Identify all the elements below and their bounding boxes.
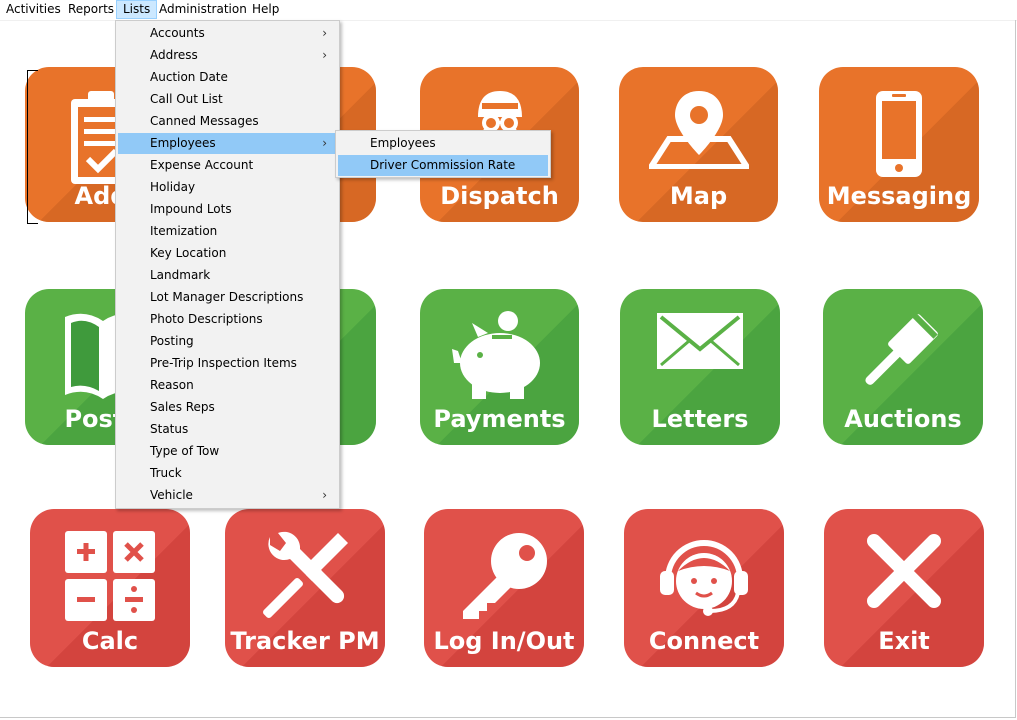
employees-submenu-item-employees[interactable]: Employees <box>338 133 548 154</box>
lists-menu-item-address[interactable]: Address › <box>118 45 337 66</box>
gavel-icon <box>858 311 948 405</box>
tile-label: Map <box>669 182 728 210</box>
tile-messaging[interactable]: Messaging <box>819 67 979 222</box>
x-icon <box>864 531 944 615</box>
headset-agent-icon <box>654 531 754 625</box>
smartphone-icon <box>874 89 924 183</box>
tile-label: Auctions <box>844 405 962 433</box>
tile-label: Messaging <box>826 182 972 210</box>
tile-label: Connect <box>648 627 760 655</box>
menu-item-label: Call Out List <box>150 92 223 106</box>
menu-item-label: Key Location <box>150 246 227 260</box>
lists-menu-item-truck[interactable]: Truck <box>118 463 337 484</box>
lists-menu-item-posting[interactable]: Posting <box>118 331 337 352</box>
menu-item-label: Auction Date <box>150 70 228 84</box>
menu-item-label: Reason <box>150 378 194 392</box>
menu-bar: Activities Reports Lists Administration … <box>0 0 1017 21</box>
menu-item-label: Canned Messages <box>150 114 259 128</box>
piggy-bank-icon <box>450 311 550 405</box>
lists-menu-item-vehicle[interactable]: Vehicle › <box>118 485 337 506</box>
menu-item-label: Impound Lots <box>150 202 232 216</box>
lists-menu-item-lot-manager-descriptions[interactable]: Lot Manager Descriptions <box>118 287 337 308</box>
envelope-icon <box>655 311 745 375</box>
menu-lists[interactable]: Lists <box>116 0 158 19</box>
lists-menu-item-key-location[interactable]: Key Location <box>118 243 337 264</box>
lists-menu-item-itemization[interactable]: Itemization <box>118 221 337 242</box>
menu-reports[interactable]: Reports <box>62 0 120 19</box>
tile-label: Exit <box>878 627 930 655</box>
lists-menu-item-sales-reps[interactable]: Sales Reps <box>118 397 337 418</box>
tile-payments[interactable]: Payments <box>420 289 579 445</box>
menu-item-label: Accounts <box>150 26 205 40</box>
menu-item-label: Itemization <box>150 224 218 238</box>
lists-menu-item-photo-descriptions[interactable]: Photo Descriptions <box>118 309 337 330</box>
map-pin-icon <box>645 89 752 173</box>
menu-item-label: Vehicle <box>150 488 193 502</box>
menu-item-label: Photo Descriptions <box>150 312 263 326</box>
wrench-screwdriver-icon <box>260 531 350 625</box>
menu-item-label: Expense Account <box>150 158 254 172</box>
lists-menu-item-impound-lots[interactable]: Impound Lots <box>118 199 337 220</box>
lists-menu-item-type-of-tow[interactable]: Type of Tow <box>118 441 337 462</box>
tile-connect[interactable]: Connect <box>624 509 784 667</box>
lists-menu-item-employees[interactable]: Employees › <box>118 133 337 154</box>
tile-letters[interactable]: Letters <box>620 289 780 445</box>
tile-log-in-out[interactable]: Log In/Out <box>424 509 584 667</box>
menu-item-label: Posting <box>150 334 194 348</box>
tile-label: Calc <box>81 627 139 655</box>
employees-submenu: Employees Driver Commission Rate <box>335 130 551 178</box>
lists-dropdown-menu: Accounts › Address › Auction Date Call Out Li… <box>115 20 340 509</box>
lists-menu-item-call-out-list[interactable]: Call Out List <box>118 89 337 110</box>
menu-administration[interactable]: Administration <box>153 0 253 19</box>
menu-item-label: Sales Reps <box>150 400 215 414</box>
menu-item-label: Status <box>150 422 189 436</box>
lists-menu-item-expense-account[interactable]: Expense Account <box>118 155 337 176</box>
tile-auctions[interactable]: Auctions <box>823 289 983 445</box>
menu-item-label: Truck <box>150 466 182 480</box>
tile-label: Dispatch <box>440 182 559 210</box>
menu-item-label: Landmark <box>150 268 211 282</box>
chevron-right-icon: › <box>322 488 327 502</box>
chevron-right-icon: › <box>322 48 327 62</box>
lists-menu-item-canned-messages[interactable]: Canned Messages <box>118 111 337 132</box>
submenu-item-label: Employees <box>370 136 436 150</box>
employees-submenu-item-driver-commission-rate[interactable]: Driver Commission Rate <box>338 155 548 176</box>
menu-item-label: Employees <box>150 136 216 150</box>
tile-label: Letters <box>651 405 749 433</box>
tile-label: Tracker PM <box>230 627 380 655</box>
lists-menu-item-status[interactable]: Status <box>118 419 337 440</box>
menu-item-label: Lot Manager Descriptions <box>150 290 304 304</box>
menu-item-label: Holiday <box>150 180 196 194</box>
focus-rectangle <box>27 70 38 224</box>
lists-menu-item-landmark[interactable]: Landmark <box>118 265 337 286</box>
tile-exit[interactable]: Exit <box>824 509 984 667</box>
menu-item-label: Address <box>150 48 198 62</box>
chevron-right-icon: › <box>322 136 327 150</box>
tile-calc[interactable]: Calc <box>30 509 190 667</box>
lists-menu-item-pre-trip-inspection-items[interactable]: Pre-Trip Inspection Items <box>118 353 337 374</box>
submenu-item-label: Driver Commission Rate <box>370 158 516 172</box>
lists-menu-item-accounts[interactable]: Accounts › <box>118 23 337 44</box>
menu-activities[interactable]: Activities <box>0 0 67 19</box>
key-icon <box>459 531 549 625</box>
chevron-right-icon: › <box>322 26 327 40</box>
calculator-icon <box>65 531 155 625</box>
tile-label: Payments <box>433 405 566 433</box>
menu-item-label: Pre-Trip Inspection Items <box>150 356 297 370</box>
menu-item-label: Type of Tow <box>150 444 220 458</box>
tile-tracker-pm[interactable]: Tracker PM <box>225 509 385 667</box>
lists-menu-item-holiday[interactable]: Holiday <box>118 177 337 198</box>
lists-menu-item-reason[interactable]: Reason <box>118 375 337 396</box>
lists-menu-item-auction-date[interactable]: Auction Date <box>118 67 337 88</box>
tile-map[interactable]: Map <box>619 67 778 222</box>
tile-label: Log In/Out <box>433 627 575 655</box>
menu-help[interactable]: Help <box>246 0 285 19</box>
